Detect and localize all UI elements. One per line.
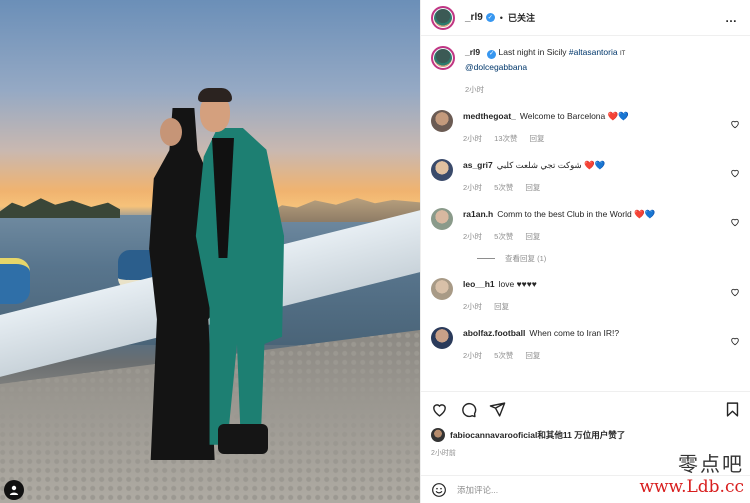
reply-button[interactable]: 回复	[525, 230, 540, 243]
commenter-avatar[interactable]	[431, 278, 453, 300]
like-comment-button[interactable]	[730, 116, 740, 129]
comment-emoji: ♥♥♥♥	[516, 279, 537, 289]
post-caption: _rl9 ✓ Last night in Sicily #altasantoria…	[431, 46, 740, 96]
add-comment-input[interactable]: 添加评论...	[457, 484, 498, 496]
comment-likes[interactable]: 5次赞	[494, 181, 513, 194]
comment-emoji: ❤️💙	[634, 209, 656, 219]
comment-time: 2小时	[463, 351, 483, 360]
shoes	[218, 424, 268, 454]
replies-line	[477, 258, 495, 259]
boat	[0, 258, 30, 304]
heart-icon	[731, 288, 739, 297]
avatar[interactable]	[431, 46, 455, 70]
caption-text: Last night in Sicily	[498, 47, 567, 57]
comment-username[interactable]: as_gri7	[463, 160, 493, 170]
separator: •	[499, 12, 503, 23]
liker-avatar[interactable]	[431, 428, 445, 442]
reply-button[interactable]: 回复	[525, 181, 540, 194]
heart-icon	[731, 218, 739, 227]
comment-text: Welcome to Barcelona	[519, 111, 606, 121]
commenter-avatar[interactable]	[431, 110, 453, 132]
emoji-icon[interactable]	[431, 482, 447, 498]
trees	[0, 198, 120, 218]
comment-time: 2小时	[463, 183, 483, 192]
comment-username[interactable]: abolfaz.football	[463, 328, 525, 338]
add-comment-bar[interactable]: 添加评论...	[421, 475, 750, 503]
flag-emoji: IT	[619, 51, 626, 57]
comment-item: medthegoat_ Welcome to Barcelona ❤️💙 2小时 …	[431, 110, 740, 145]
post-time: 2小时前	[431, 450, 456, 457]
instagram-post-view: _rl9 ✓ • 已关注 … _rl9 ✓ Last night in Sicil…	[0, 0, 750, 503]
view-replies-button[interactable]: 查看回复 (1)	[477, 253, 740, 264]
like-comment-button[interactable]	[730, 165, 740, 178]
commenter-avatar[interactable]	[431, 327, 453, 349]
verified-icon: ✓	[487, 50, 497, 59]
comments-list[interactable]: _rl9 ✓ Last night in Sicily #altasantoria…	[421, 36, 750, 362]
comment-username[interactable]: leo__h1	[463, 279, 495, 289]
save-icon[interactable]	[724, 401, 741, 418]
like-comment-button[interactable]	[730, 214, 740, 227]
post-sidebar: _rl9 ✓ • 已关注 … _rl9 ✓ Last night in Sicil…	[420, 0, 750, 503]
comment-emoji: ❤️💙	[583, 160, 606, 170]
comment-time: 2小时	[463, 134, 483, 143]
like-comment-button[interactable]	[730, 284, 740, 297]
likes-summary[interactable]: fabiocannavarooficial 和其他11 万位用户赞了	[431, 428, 741, 442]
man-hair	[198, 88, 232, 102]
post-actions: fabiocannavarooficial 和其他11 万位用户赞了 2小时前	[421, 391, 750, 458]
comment-text: Comm to the best Club in the World	[497, 209, 632, 219]
reply-button[interactable]: 回复	[530, 132, 545, 145]
header-username[interactable]: _rl9	[465, 12, 483, 23]
like-icon[interactable]	[431, 401, 448, 418]
share-icon[interactable]	[489, 401, 506, 418]
comment-text: شوكت تجي شلعت كلبي	[496, 160, 582, 170]
comment-username[interactable]: medthegoat_	[463, 111, 516, 121]
more-options-icon[interactable]: …	[725, 11, 738, 25]
woman-face	[160, 118, 182, 146]
view-replies-label: 查看回复 (1)	[505, 254, 547, 263]
hashtag-link[interactable]: #altasantoria	[569, 47, 618, 57]
user-icon	[9, 485, 19, 495]
liker-username[interactable]: fabiocannavarooficial	[450, 430, 537, 440]
comment-username[interactable]: ra1an.h	[463, 209, 493, 219]
reply-button[interactable]: 回复	[525, 349, 540, 362]
post-header: _rl9 ✓ • 已关注 …	[421, 0, 750, 36]
heart-icon	[731, 169, 739, 178]
comment-likes[interactable]: 13次赞	[494, 132, 517, 145]
comment-time: 2小时	[463, 232, 483, 241]
comment-item: as_gri7 شوكت تجي شلعت كلبي ❤️💙 2小时 5次赞 回复	[431, 159, 740, 194]
comment-emoji: IR!?	[603, 328, 620, 338]
comment-likes[interactable]: 5次赞	[494, 349, 513, 362]
comment-item: abolfaz.football When come to Iran IR!? 2…	[431, 327, 740, 362]
like-comment-button[interactable]	[730, 333, 740, 346]
comment-text: When come to Iran	[529, 328, 602, 338]
comment-text: love	[498, 279, 515, 289]
user-tags-button[interactable]	[4, 480, 24, 500]
caption-username[interactable]: _rl9	[465, 47, 480, 57]
heart-icon	[731, 120, 739, 129]
avatar[interactable]	[431, 5, 455, 30]
reply-button[interactable]: 回复	[494, 300, 509, 313]
commenter-avatar[interactable]	[431, 208, 453, 230]
comment-time: 2小时	[463, 302, 483, 311]
likes-text: 和其他11 万位用户赞了	[537, 430, 626, 440]
following-button[interactable]: 已关注	[508, 11, 535, 24]
caption-time: 2小时	[465, 85, 485, 94]
verified-icon: ✓	[485, 13, 495, 22]
comment-item: leo__h1 love ♥♥♥♥ 2小时 回复	[431, 278, 740, 313]
comment-item: ra1an.h Comm to the best Club in the Worl…	[431, 208, 740, 243]
heart-icon	[731, 337, 739, 346]
comment-likes[interactable]: 5次赞	[494, 230, 513, 243]
comment-icon[interactable]	[460, 401, 477, 418]
mention-link[interactable]: @dolcegabbana	[465, 62, 527, 72]
commenter-avatar[interactable]	[431, 159, 453, 181]
comment-emoji: ❤️💙	[607, 111, 629, 121]
post-photo[interactable]	[0, 0, 420, 503]
